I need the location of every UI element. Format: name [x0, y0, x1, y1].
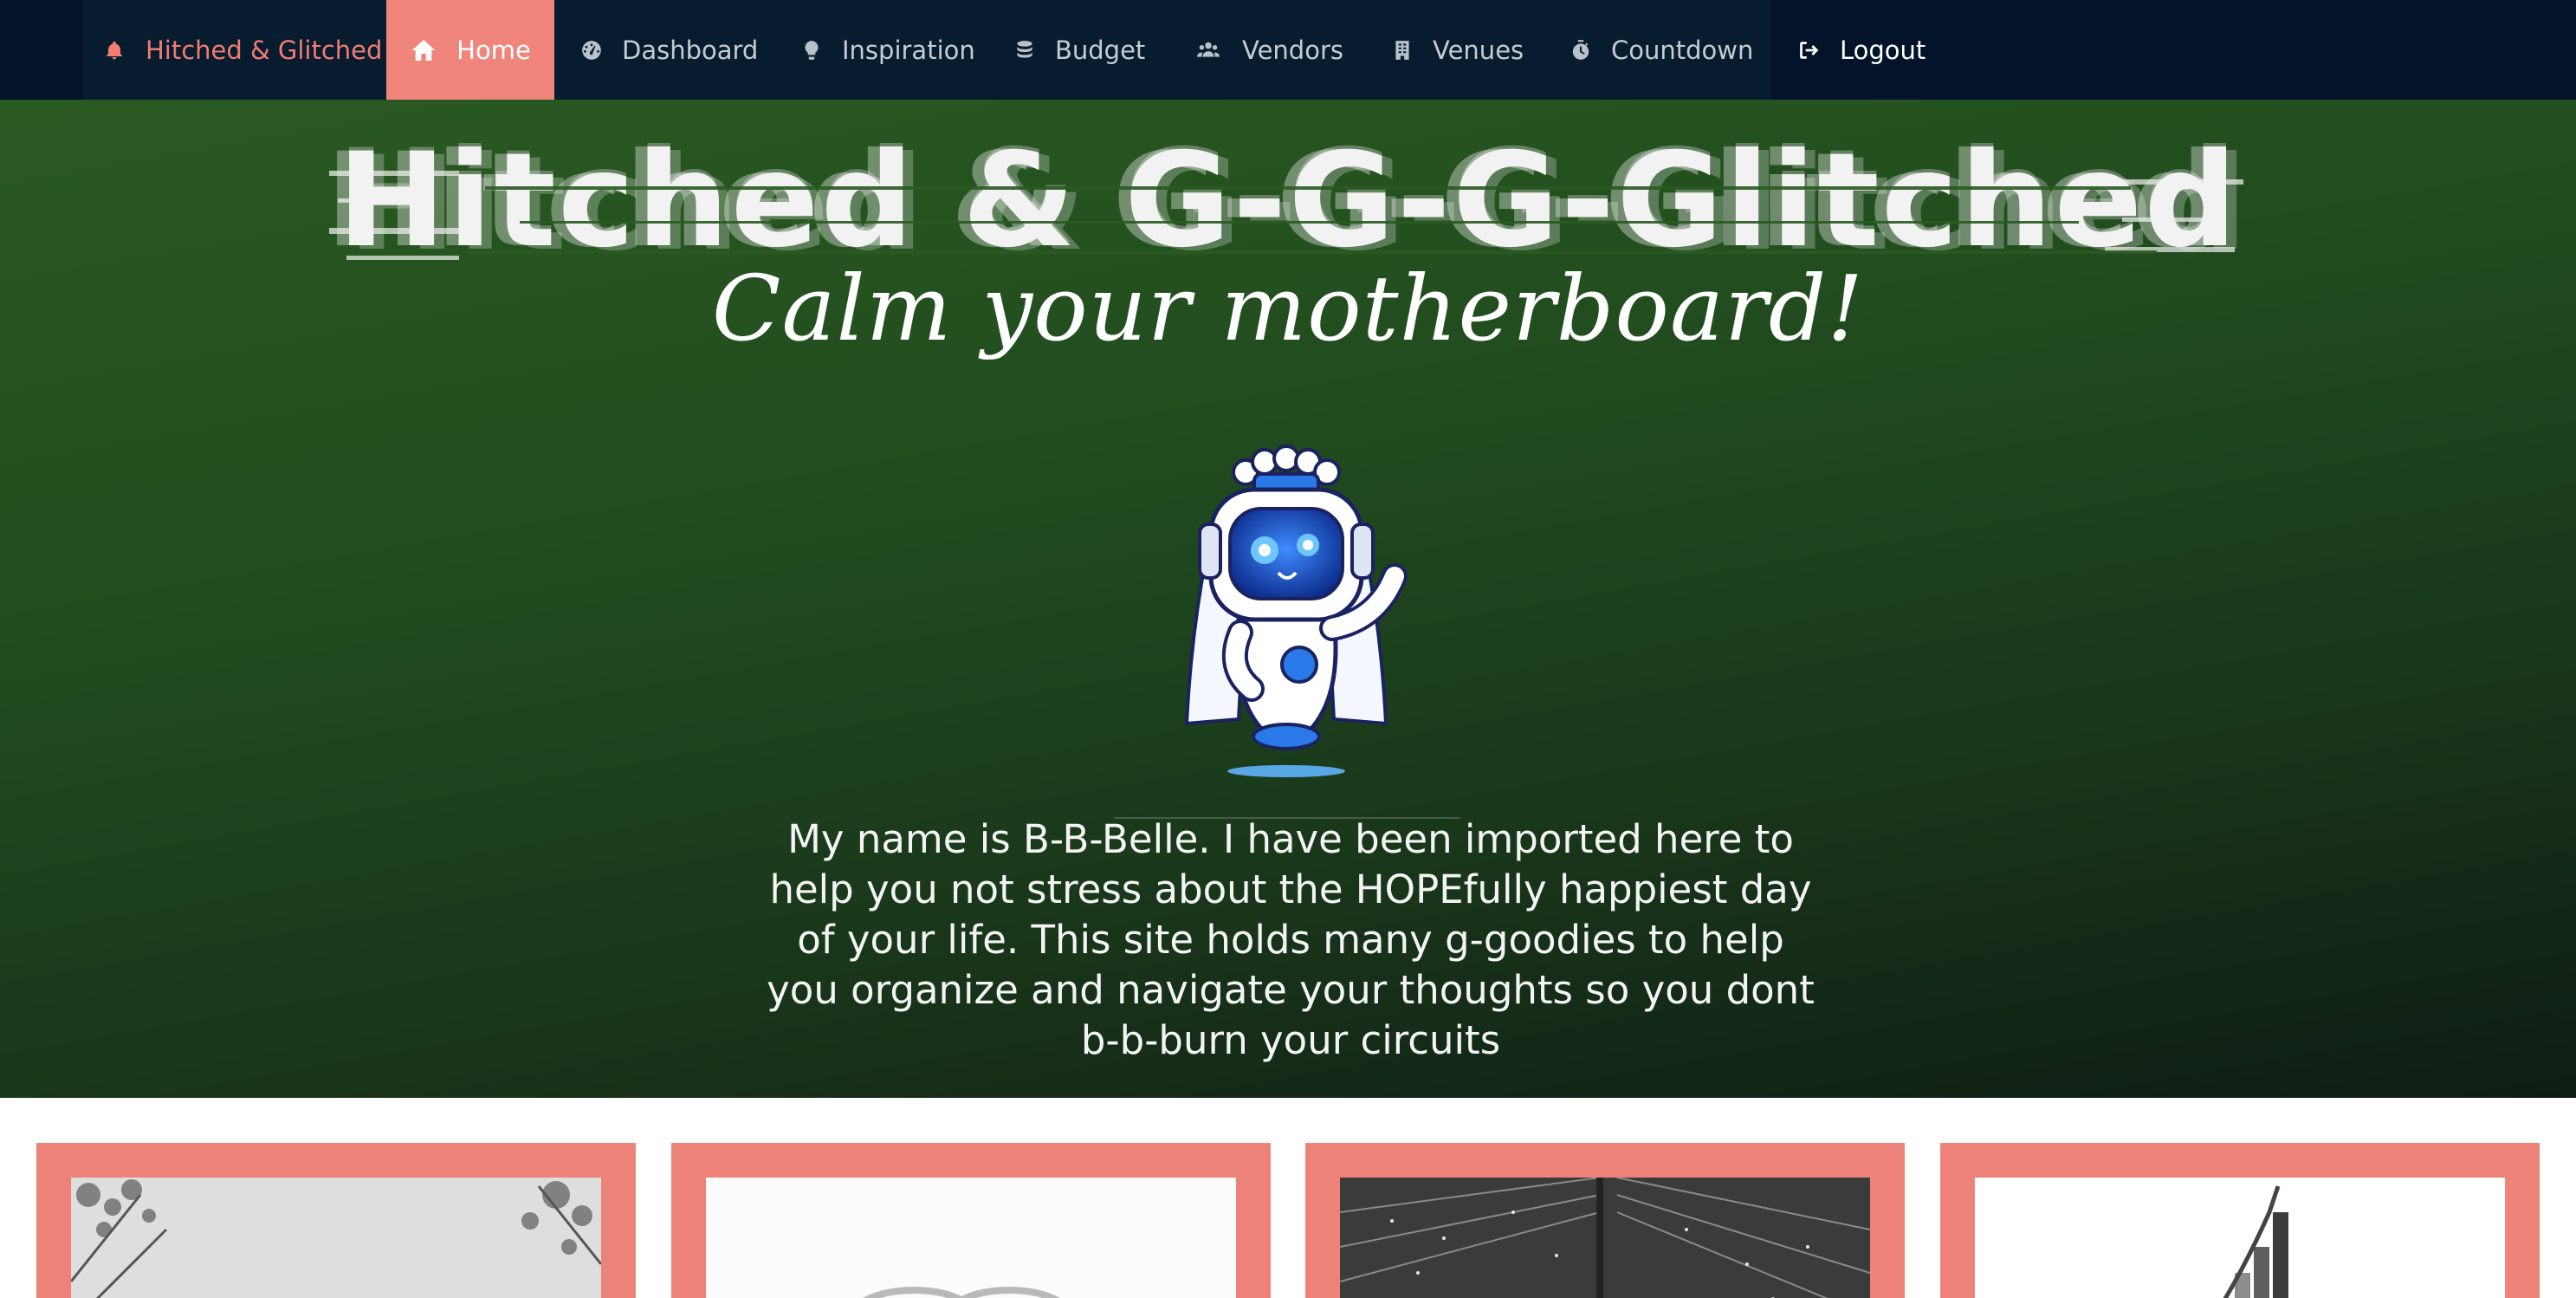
- stopwatch-icon: [1572, 39, 1589, 60]
- nav-countdown-label: Countdown: [1611, 35, 1754, 65]
- nav-home[interactable]: Home: [386, 0, 554, 100]
- building-icon: [1395, 40, 1409, 60]
- nav-vendors-label: Vendors: [1242, 35, 1343, 65]
- nav-venues-label: Venues: [1433, 35, 1524, 65]
- card-image-rings: [706, 1178, 1236, 1298]
- hero-description: My name is B-B-Belle. I have been import…: [767, 816, 1815, 1063]
- card-image-trees: [71, 1178, 601, 1298]
- hero-title: Hitched & G-G-G-Glitched: [337, 126, 2239, 276]
- nav-inspiration[interactable]: Inspiration: [800, 0, 975, 100]
- brand-label: Hitched & Glitched: [146, 35, 383, 65]
- logout-label: Logout: [1840, 35, 1926, 65]
- nav-countdown[interactable]: Countdown: [1570, 0, 1753, 100]
- card-image-chart: [1975, 1178, 2505, 1298]
- nav-venues[interactable]: Venues: [1391, 0, 1524, 100]
- nav-budget-label: Budget: [1055, 35, 1146, 65]
- gauge-icon: [582, 40, 601, 60]
- brand-link[interactable]: Hitched & Glitched: [104, 0, 382, 100]
- coins-icon: [1017, 40, 1032, 58]
- top-navbar: Hitched & Glitched Home Dashboard Inspir…: [0, 0, 2576, 100]
- nav-vendors[interactable]: Vendors: [1194, 0, 1343, 100]
- logout-button[interactable]: Logout: [1798, 0, 1926, 100]
- feature-card[interactable]: [671, 1143, 1271, 1298]
- feature-card[interactable]: [36, 1143, 636, 1298]
- users-icon: [1196, 42, 1220, 57]
- feature-cards: [0, 1098, 2576, 1298]
- nav-inspiration-label: Inspiration: [842, 35, 975, 65]
- logout-icon: [1800, 41, 1819, 59]
- lightbulb-icon: [805, 40, 819, 60]
- feature-card[interactable]: [1305, 1143, 1905, 1298]
- nav-dashboard[interactable]: Dashboard: [580, 0, 758, 100]
- nav-budget[interactable]: Budget: [1013, 0, 1145, 100]
- nav-dashboard-label: Dashboard: [622, 35, 759, 65]
- feature-card[interactable]: [1940, 1143, 2540, 1298]
- bell-icon: [107, 41, 122, 59]
- home-icon: [411, 39, 436, 61]
- nav-home-label: Home: [456, 35, 531, 65]
- robot-mascot-image: [1143, 438, 1429, 784]
- hero-section: Hitched & G-G-G-Glitched Calm your mothe…: [0, 100, 2576, 1098]
- hero-tagline: Calm your motherboard!: [711, 256, 1865, 361]
- card-image-lights: [1340, 1178, 1870, 1298]
